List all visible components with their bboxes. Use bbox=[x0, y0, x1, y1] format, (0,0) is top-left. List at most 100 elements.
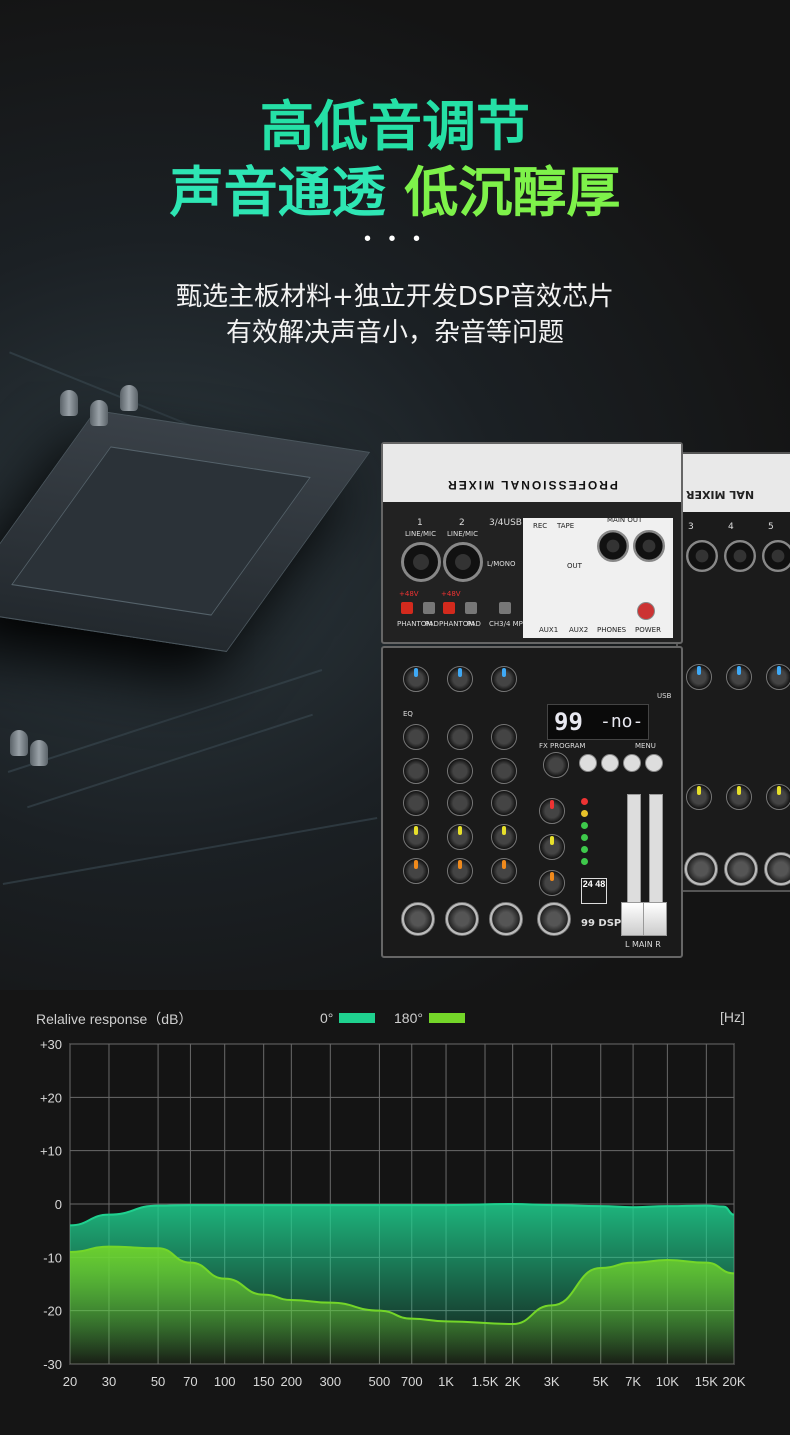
divider-dots: • • • bbox=[363, 228, 427, 250]
mono-label: L/MONO bbox=[487, 560, 516, 568]
main-out-label: MAIN OUT bbox=[607, 516, 643, 524]
level-led bbox=[581, 858, 588, 865]
legend-swatch bbox=[339, 1013, 376, 1023]
y-tick-label: +20 bbox=[40, 1090, 62, 1105]
eq-label: EQ bbox=[403, 710, 413, 718]
aux-knob[interactable] bbox=[403, 824, 429, 850]
x-tick-label: 200 bbox=[280, 1374, 302, 1389]
fx-return-knob[interactable] bbox=[539, 870, 565, 896]
level-led bbox=[581, 822, 588, 829]
channel-level-knob[interactable] bbox=[489, 902, 523, 936]
eq-low-knob[interactable] bbox=[447, 790, 473, 816]
level-knob bbox=[684, 852, 718, 886]
legend-0deg: 0° bbox=[320, 1010, 376, 1026]
pad-button[interactable] bbox=[465, 602, 477, 614]
ch34-mp3-button[interactable] bbox=[499, 602, 511, 614]
gain-knob[interactable] bbox=[403, 666, 429, 692]
mixer-product-image: PROFESSIONAL MIXER 1 2 3/4USB LINE/MIC L… bbox=[381, 442, 683, 958]
legend-label: 0° bbox=[320, 1010, 334, 1026]
xlr-combo-jack bbox=[443, 542, 483, 582]
usb-label: USB bbox=[657, 692, 672, 700]
plus48v-label: +48V bbox=[399, 590, 419, 598]
circuit-trace bbox=[2, 817, 378, 885]
aux-master-knob[interactable] bbox=[539, 798, 565, 824]
aux-knob[interactable] bbox=[447, 824, 473, 850]
phones-label: PHONES bbox=[597, 626, 627, 634]
fx-send-knob[interactable] bbox=[491, 858, 517, 884]
capacitor-image bbox=[30, 740, 48, 766]
prev-button[interactable] bbox=[601, 754, 619, 772]
eq-high-knob[interactable] bbox=[491, 724, 517, 750]
pad-button[interactable] bbox=[423, 602, 435, 614]
eq-low-knob[interactable] bbox=[403, 790, 429, 816]
phantom-button[interactable] bbox=[443, 602, 455, 614]
circuit-trace bbox=[7, 669, 323, 773]
y-tick-label: -10 bbox=[43, 1250, 62, 1265]
power-label: POWER bbox=[635, 626, 661, 634]
x-tick-label: 20 bbox=[63, 1374, 77, 1389]
fx-send-knob[interactable] bbox=[403, 858, 429, 884]
headline-line2: 声音通透 低沉醇厚 bbox=[0, 148, 790, 227]
subtitle-line2: 有效解决声音小，杂音等问题 bbox=[225, 318, 564, 348]
main-fader-right[interactable] bbox=[643, 902, 667, 936]
circuit-trace bbox=[27, 713, 313, 809]
xlr-combo-jack bbox=[724, 540, 756, 572]
io-panel: REC TAPE MAIN OUT OUT AUX1 AUX2 PHONES P… bbox=[523, 516, 673, 638]
channel-number: 1 bbox=[417, 518, 423, 528]
fx-send-knob[interactable] bbox=[447, 858, 473, 884]
y-tick-label: +10 bbox=[40, 1144, 62, 1159]
x-tick-label: 1K bbox=[438, 1374, 454, 1389]
eq-high-knob[interactable] bbox=[447, 724, 473, 750]
channel-level-knob[interactable] bbox=[401, 902, 435, 936]
main-fader-left[interactable] bbox=[621, 902, 645, 936]
eq-mid-knob[interactable] bbox=[447, 758, 473, 784]
next-button[interactable] bbox=[623, 754, 641, 772]
x-tick-label: 10K bbox=[656, 1374, 679, 1389]
menu-label: MENU bbox=[635, 742, 656, 750]
level-knob bbox=[724, 852, 758, 886]
level-led bbox=[581, 846, 588, 853]
ch34-mp3-label: CH3/4 MP3 bbox=[489, 620, 528, 628]
gain-knob[interactable] bbox=[447, 666, 473, 692]
aux-knob bbox=[726, 784, 752, 810]
play-button[interactable] bbox=[579, 754, 597, 772]
display-text: -no- bbox=[600, 711, 644, 732]
menu-button[interactable] bbox=[645, 754, 663, 772]
x-tick-label: 3K bbox=[544, 1374, 560, 1389]
gain-knob[interactable] bbox=[491, 666, 517, 692]
gain-knob bbox=[766, 664, 790, 690]
display-number: 99 bbox=[554, 708, 583, 736]
channel-number: 4 bbox=[728, 522, 734, 532]
plus48v-label: +48V bbox=[441, 590, 461, 598]
channel-number: 2 bbox=[459, 518, 465, 528]
eq-mid-knob[interactable] bbox=[403, 758, 429, 784]
channel-level-knob[interactable] bbox=[445, 902, 479, 936]
phones-level-knob[interactable] bbox=[537, 902, 571, 936]
aux-knob[interactable] bbox=[491, 824, 517, 850]
eq-low-knob[interactable] bbox=[491, 790, 517, 816]
eq-high-knob[interactable] bbox=[403, 724, 429, 750]
bit-rate-badge: 24 48 bbox=[581, 878, 607, 904]
aux-master-knob[interactable] bbox=[539, 834, 565, 860]
x-tick-label: 70 bbox=[183, 1374, 197, 1389]
headline-part-b: 低沉醇厚 bbox=[404, 161, 621, 224]
legend-180deg: 180° bbox=[394, 1010, 465, 1026]
gain-knob bbox=[686, 664, 712, 690]
out-label: OUT bbox=[567, 562, 582, 570]
x-tick-label: 300 bbox=[319, 1374, 341, 1389]
power-switch[interactable] bbox=[637, 602, 655, 620]
x-tick-label: 30 bbox=[102, 1374, 116, 1389]
fx-program-knob[interactable] bbox=[543, 752, 569, 778]
x-tick-label: 100 bbox=[214, 1374, 236, 1389]
phantom-button[interactable] bbox=[401, 602, 413, 614]
x-unit-label: [Hz] bbox=[720, 1009, 745, 1025]
rec-label: REC bbox=[533, 522, 548, 530]
legend-label: 180° bbox=[394, 1010, 423, 1026]
eq-mid-knob[interactable] bbox=[491, 758, 517, 784]
x-tick-label: 2K bbox=[505, 1374, 521, 1389]
main-label: L MAIN R bbox=[625, 940, 661, 949]
pad-label: PAD bbox=[425, 620, 439, 628]
chart-svg: +30 +20 +10 0 -10 -20 -3020 30 50 70 100 150 200 300 5… bbox=[40, 1037, 746, 1389]
xlr-combo-jack bbox=[762, 540, 790, 572]
pad-label: PAD bbox=[467, 620, 481, 628]
